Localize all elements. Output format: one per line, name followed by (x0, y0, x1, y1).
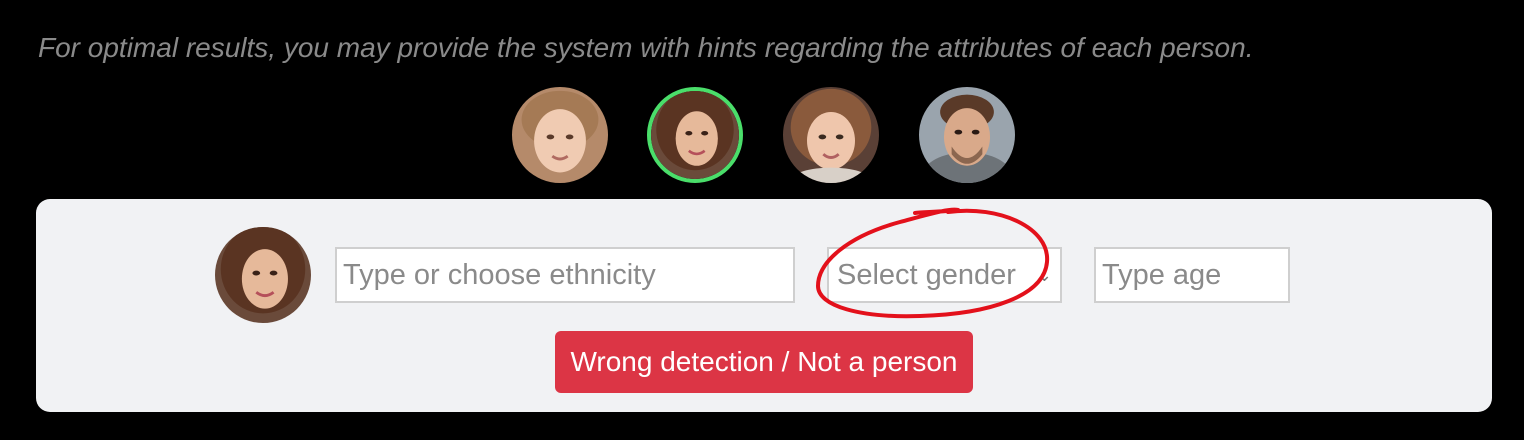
gender-select[interactable]: Select gender ⌄ (827, 247, 1062, 303)
face-portrait-icon (215, 227, 311, 323)
face-portrait-icon (512, 87, 608, 183)
wrong-detection-button[interactable]: Wrong detection / Not a person (555, 331, 973, 393)
person-thumbnail-man[interactable] (919, 87, 1015, 183)
face-portrait-icon (783, 87, 879, 183)
face-portrait-icon (651, 91, 739, 179)
instructions-text: For optimal results, you may provide the… (38, 32, 1254, 63)
chevron-down-icon: ⌄ (1036, 264, 1052, 285)
selected-person-avatar (215, 227, 311, 323)
ethnicity-input[interactable] (335, 247, 795, 303)
face-portrait-icon (919, 87, 1015, 183)
person-thumbnail-woman[interactable] (647, 87, 743, 183)
gender-select-value: Select gender (837, 258, 1016, 291)
age-input[interactable] (1094, 247, 1290, 303)
person-thumbnail-girl-2[interactable] (783, 87, 879, 183)
attributes-panel: Select gender ⌄ Wrong detection / Not a … (36, 199, 1492, 412)
person-thumbnail-girl-1[interactable] (512, 87, 608, 183)
